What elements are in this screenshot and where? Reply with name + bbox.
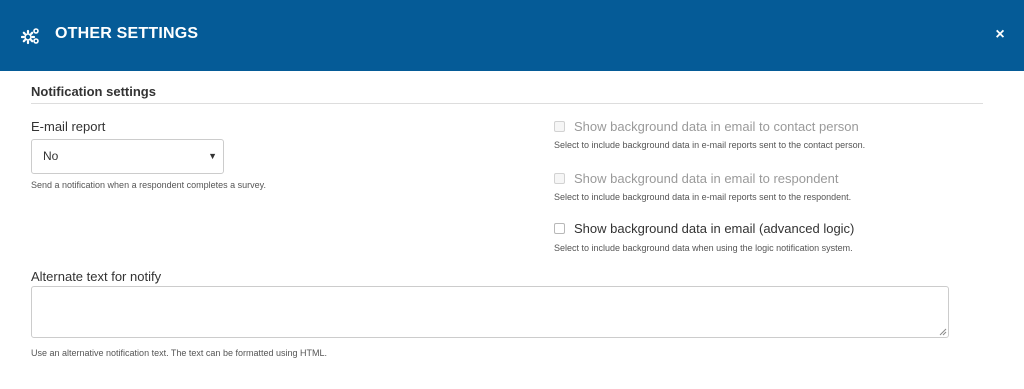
checkbox-help-respondent: Select to include background data in e-m…: [554, 192, 852, 202]
email-report-select[interactable]: No ▼: [31, 139, 224, 174]
checkbox-help-advanced-logic: Select to include background data when u…: [554, 243, 853, 253]
caret-down-icon: ▼: [208, 151, 217, 161]
modal-title: OTHER SETTINGS: [55, 25, 199, 42]
alternate-text-label: Alternate text for notify: [31, 269, 162, 284]
section-title: Notification settings: [31, 84, 156, 99]
checkbox-label-contact-person: Show background data in email to contact…: [574, 119, 859, 134]
checkbox-label-respondent: Show background data in email to respond…: [574, 171, 839, 186]
close-button[interactable]: ×: [993, 27, 1007, 43]
resize-handle-icon[interactable]: [939, 328, 947, 336]
checkbox-contact-person[interactable]: [554, 121, 565, 132]
modal-header: OTHER SETTINGS ×: [0, 0, 1024, 71]
checkbox-row-respondent[interactable]: Show background data in email to respond…: [554, 171, 839, 186]
checkbox-row-advanced-logic[interactable]: Show background data in email (advanced …: [554, 221, 854, 236]
alternate-text-help: Use an alternative notification text. Th…: [31, 348, 327, 358]
checkbox-label-advanced-logic: Show background data in email (advanced …: [574, 221, 855, 236]
alternate-text-input[interactable]: [31, 286, 949, 338]
email-report-help: Send a notification when a respondent co…: [31, 180, 266, 190]
section-divider: [31, 103, 983, 104]
gears-icon: [21, 28, 39, 45]
checkbox-respondent[interactable]: [554, 173, 565, 184]
checkbox-row-contact-person[interactable]: Show background data in email to contact…: [554, 119, 859, 134]
email-report-label: E-mail report: [31, 119, 106, 134]
checkbox-advanced-logic[interactable]: [554, 223, 565, 234]
email-report-selected-value: No: [43, 149, 59, 163]
checkbox-help-contact-person: Select to include background data in e-m…: [554, 140, 866, 150]
